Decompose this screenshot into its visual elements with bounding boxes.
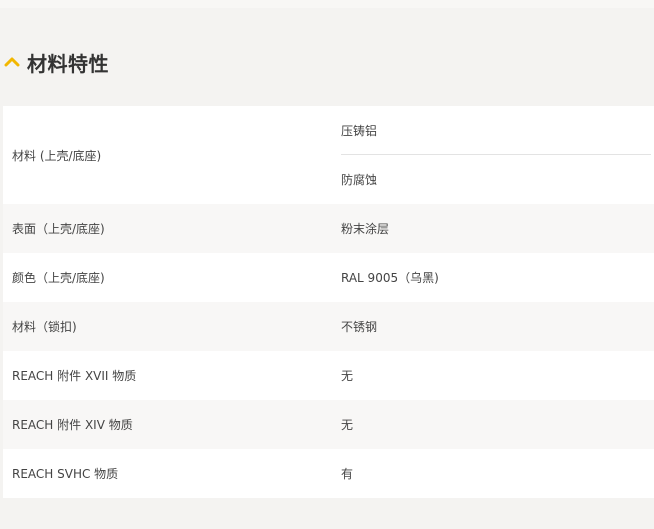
table-row: 材料 (上壳/底座) 压铸铝 防腐蚀 <box>3 106 654 204</box>
row-value: 防腐蚀 <box>341 173 378 187</box>
spec-table: 材料 (上壳/底座) 压铸铝 防腐蚀 表面（上壳/底座) 粉末涂层 颜色（上壳/… <box>3 106 654 498</box>
row-label: REACH 附件 XVII 物质 <box>12 369 137 383</box>
row-value: 无 <box>341 418 354 432</box>
row-value: 压铸铝 <box>341 106 651 155</box>
row-label: REACH SVHC 物质 <box>12 467 119 481</box>
table-row: REACH 附件 XIV 物质 无 <box>3 400 654 449</box>
row-value: 有 <box>341 467 354 481</box>
chevron-up-icon <box>2 52 22 72</box>
row-value: 无 <box>341 369 354 383</box>
section-toggle[interactable]: 材料特性 <box>0 44 109 80</box>
row-label: 颜色（上壳/底座) <box>12 271 105 285</box>
table-row: 表面（上壳/底座) 粉末涂层 <box>3 204 654 253</box>
section-title: 材料特性 <box>27 51 109 76</box>
row-label: 表面（上壳/底座) <box>12 222 105 236</box>
row-label: 材料（锁扣) <box>12 320 77 334</box>
row-value: 粉末涂层 <box>341 222 390 236</box>
top-strip <box>0 0 654 8</box>
row-label: REACH 附件 XIV 物质 <box>12 418 133 432</box>
table-row: 颜色（上壳/底座) RAL 9005（乌黑) <box>3 253 654 302</box>
row-value: RAL 9005（乌黑) <box>341 271 439 285</box>
row-value-group: 压铸铝 防腐蚀 <box>341 106 654 204</box>
row-label: 材料 (上壳/底座) <box>12 148 102 163</box>
table-row: REACH 附件 XVII 物质 无 <box>3 351 654 400</box>
table-row: REACH SVHC 物质 有 <box>3 449 654 498</box>
table-row: 材料（锁扣) 不锈钢 <box>3 302 654 351</box>
row-value: 不锈钢 <box>341 320 378 334</box>
